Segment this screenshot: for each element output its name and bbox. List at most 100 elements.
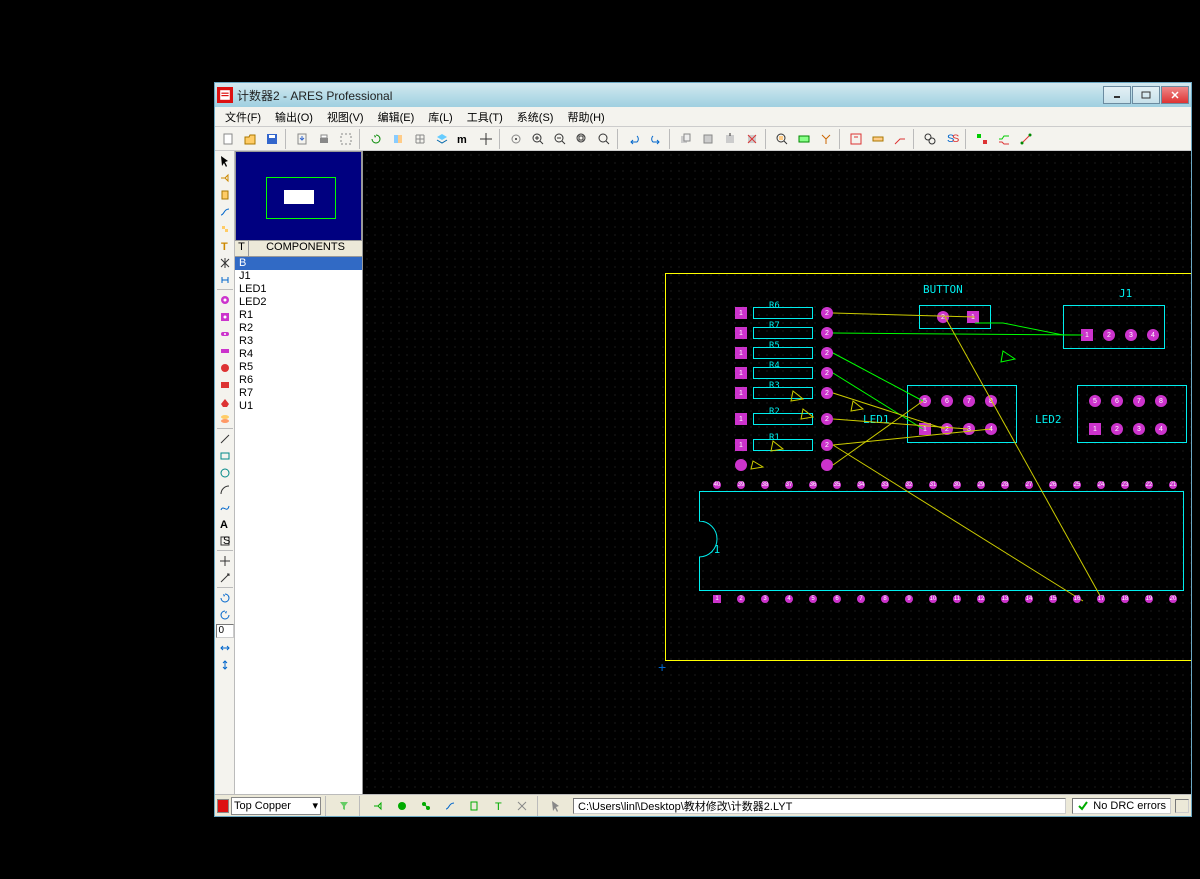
padstack-icon[interactable] (216, 410, 234, 427)
menu-tools[interactable]: 工具(T) (461, 108, 509, 126)
package-tool-icon[interactable] (216, 186, 234, 203)
menu-help[interactable]: 帮助(H) (561, 108, 610, 126)
block-copy-icon[interactable] (675, 129, 697, 149)
path-tool-icon[interactable] (216, 498, 234, 515)
zoom-out-icon[interactable] (549, 129, 571, 149)
component-tool-icon[interactable] (216, 169, 234, 186)
center-icon[interactable] (505, 129, 527, 149)
undo-icon[interactable] (623, 129, 645, 149)
open-icon[interactable] (239, 129, 261, 149)
edge-pad-icon[interactable] (216, 342, 234, 359)
arc-tool-icon[interactable] (216, 481, 234, 498)
redraw-icon[interactable] (365, 129, 387, 149)
resize-grip[interactable] (1175, 799, 1189, 813)
layers-icon[interactable] (431, 129, 453, 149)
round-pad-icon[interactable] (216, 291, 234, 308)
components-col-t[interactable]: T (235, 241, 249, 256)
list-item[interactable]: J1 (235, 270, 362, 283)
autoname-icon[interactable]: SS (941, 129, 963, 149)
menu-system[interactable]: 系统(S) (511, 108, 560, 126)
overview-panel[interactable] (235, 151, 362, 241)
symbol-tool-icon[interactable]: S (216, 532, 234, 549)
zoom-all-icon[interactable] (571, 129, 593, 149)
track-tool-icon[interactable] (216, 203, 234, 220)
list-item[interactable]: R6 (235, 374, 362, 387)
grid-icon[interactable] (409, 129, 431, 149)
toggle-ic-icon[interactable] (463, 796, 485, 816)
list-item[interactable]: B (235, 257, 362, 270)
list-item[interactable]: LED2 (235, 296, 362, 309)
search-icon[interactable] (919, 129, 941, 149)
list-item[interactable]: R2 (235, 322, 362, 335)
pcb-canvas[interactable]: + BUTTON J1 LED1 LED2 U1 R6 R7 R5 R4 R3 … (363, 151, 1191, 794)
list-item[interactable]: U1 (235, 400, 362, 413)
dimension-tool-icon[interactable] (216, 569, 234, 586)
circular-smt-icon[interactable] (216, 359, 234, 376)
poly-smt-icon[interactable] (216, 393, 234, 410)
autoplace-icon[interactable] (971, 129, 993, 149)
toggle-text-icon[interactable]: T (487, 796, 509, 816)
close-button[interactable] (1161, 86, 1189, 104)
box-tool-icon[interactable] (216, 447, 234, 464)
cursor-mode-icon[interactable] (545, 796, 567, 816)
maximize-button[interactable] (1132, 86, 1160, 104)
list-item[interactable]: R5 (235, 361, 362, 374)
angle-input[interactable]: 0 (216, 624, 234, 638)
square-pad-icon[interactable] (216, 308, 234, 325)
list-item[interactable]: LED1 (235, 283, 362, 296)
pick-package-icon[interactable] (771, 129, 793, 149)
metric-icon[interactable]: m (453, 129, 475, 149)
new-icon[interactable] (217, 129, 239, 149)
list-item[interactable]: R7 (235, 387, 362, 400)
menu-output[interactable]: 输出(O) (269, 108, 319, 126)
drc-status[interactable]: No DRC errors (1072, 798, 1171, 814)
print-icon[interactable] (313, 129, 335, 149)
toggle-pad-icon[interactable] (391, 796, 413, 816)
flip-h-icon[interactable] (216, 639, 234, 656)
circle-tool-icon[interactable] (216, 464, 234, 481)
connectivity-tool-icon[interactable] (216, 271, 234, 288)
toggle1-icon[interactable] (367, 796, 389, 816)
zoom-area-icon[interactable] (593, 129, 615, 149)
layer-color-swatch[interactable] (217, 799, 229, 813)
select-tool-icon[interactable] (216, 152, 234, 169)
dil-pad-icon[interactable] (216, 325, 234, 342)
minimize-button[interactable] (1103, 86, 1131, 104)
origin-icon[interactable] (475, 129, 497, 149)
redo-icon[interactable] (645, 129, 667, 149)
list-item[interactable]: R1 (235, 309, 362, 322)
trace-angle-icon[interactable] (889, 129, 911, 149)
layer-select[interactable]: Top Copper▾ (231, 797, 321, 815)
save-icon[interactable] (261, 129, 283, 149)
menu-view[interactable]: 视图(V) (321, 108, 370, 126)
decompose-icon[interactable] (815, 129, 837, 149)
flip-v-icon[interactable] (216, 656, 234, 673)
region-icon[interactable] (335, 129, 357, 149)
rotate-cw-icon[interactable] (216, 589, 234, 606)
block-move-icon[interactable] (697, 129, 719, 149)
menu-library[interactable]: 库(L) (422, 108, 458, 126)
line-tool-icon[interactable] (216, 430, 234, 447)
toggle-x-icon[interactable] (511, 796, 533, 816)
autoroute-icon[interactable] (993, 129, 1015, 149)
rect-smt-icon[interactable] (216, 376, 234, 393)
components-col-name[interactable]: COMPONENTS (249, 241, 362, 256)
via-tool-icon[interactable] (216, 220, 234, 237)
text-tool-icon[interactable]: A (216, 515, 234, 532)
import-icon[interactable] (291, 129, 313, 149)
connectivity-icon[interactable] (1015, 129, 1037, 149)
menu-edit[interactable]: 编辑(E) (372, 108, 421, 126)
rotate-ccw-icon[interactable] (216, 606, 234, 623)
list-item[interactable]: R4 (235, 348, 362, 361)
block-rotate-icon[interactable] (719, 129, 741, 149)
marker-tool-icon[interactable] (216, 552, 234, 569)
toggle-route-icon[interactable] (439, 796, 461, 816)
menu-file[interactable]: 文件(F) (219, 108, 267, 126)
list-item[interactable]: R3 (235, 335, 362, 348)
ratsnest-tool-icon[interactable] (216, 254, 234, 271)
block-delete-icon[interactable] (741, 129, 763, 149)
make-package-icon[interactable] (793, 129, 815, 149)
ruler-icon[interactable] (867, 129, 889, 149)
zoom-in-icon[interactable] (527, 129, 549, 149)
zone-tool-icon[interactable]: T (216, 237, 234, 254)
